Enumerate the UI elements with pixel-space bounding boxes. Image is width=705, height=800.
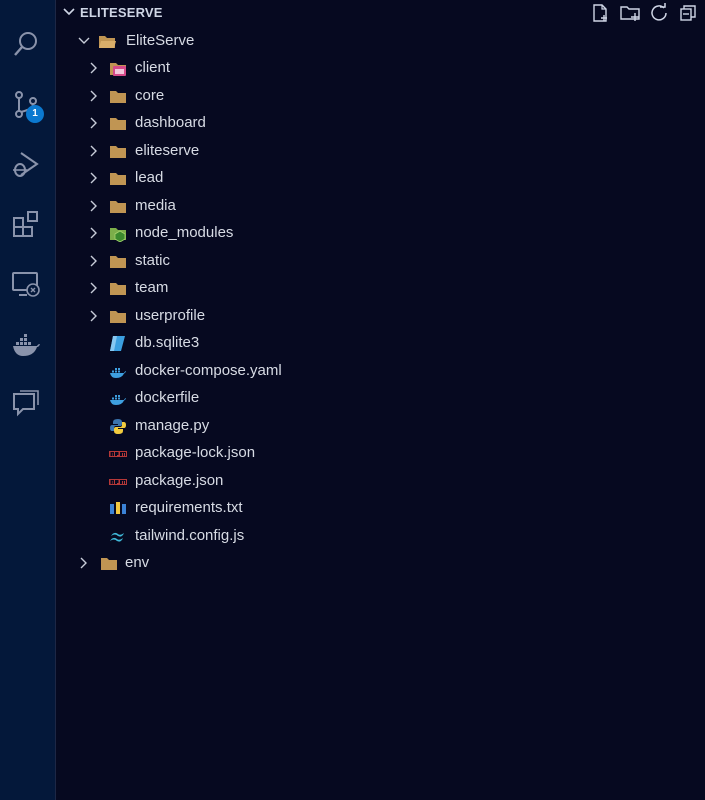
tree-folder-dashboard[interactable]: dashboard (56, 110, 705, 137)
docker-icon[interactable] (8, 328, 44, 364)
tree-file-docker-compose-yaml[interactable]: docker-compose.yaml (56, 358, 705, 385)
tree-folder-userprofile[interactable]: userprofile (56, 303, 705, 330)
tree-file-package-json[interactable]: package.json (56, 468, 705, 495)
tree-item-label: manage.py (135, 416, 210, 434)
chevron-right-icon (90, 282, 97, 294)
folder-icon (110, 173, 126, 185)
database-file-icon (110, 336, 125, 351)
docker-icon (110, 395, 126, 405)
chevron-down-icon (63, 8, 75, 16)
tree-folder-team[interactable]: team (56, 275, 705, 302)
section-title: ELITESERVE (80, 5, 163, 20)
chevron-right-icon (90, 145, 97, 156)
search-icon[interactable] (8, 26, 44, 62)
collapse-all-icon[interactable] (677, 2, 699, 24)
chevron-right-icon (90, 172, 97, 184)
tree-root-folder[interactable]: EliteServe (56, 28, 705, 55)
tree-item-label: media (135, 196, 176, 214)
remote-explorer-icon[interactable] (8, 266, 44, 302)
tree-item-label: EliteServe (126, 32, 195, 49)
tree-item-label: team (135, 279, 169, 296)
python-icon (110, 418, 126, 434)
node-folder-icon (110, 228, 126, 242)
new-folder-icon[interactable] (619, 2, 641, 24)
tree-file-manage-py[interactable]: manage.py (56, 413, 705, 440)
chevron-down-icon (78, 37, 90, 44)
pip-icon (110, 502, 126, 514)
tree-item-label: userprofile (135, 306, 206, 324)
chevron-right-icon (80, 557, 87, 569)
explorer-panel: ELITESERVE EliteServe client core dashboar… (56, 0, 705, 800)
client-folder-icon (110, 63, 126, 76)
tree-folder-static[interactable]: static (56, 248, 705, 275)
tree-item-label: dashboard (135, 114, 206, 131)
folder-icon (110, 145, 126, 158)
folder-icon (110, 200, 126, 213)
tree-folder-env[interactable]: env (56, 550, 705, 577)
tree-folder-media[interactable]: media (56, 193, 705, 220)
chevron-right-icon (90, 62, 97, 74)
activity-bar: 1 (0, 0, 56, 800)
npm-icon (109, 478, 127, 485)
docker-icon (110, 367, 126, 378)
tree-folder-lead[interactable]: lead (56, 165, 705, 192)
tree-item-label: eliteserve (135, 141, 200, 159)
npm-icon (109, 451, 127, 457)
tree-file-db-sqlite3[interactable]: db.sqlite3 (56, 330, 705, 357)
folder-icon (110, 255, 126, 268)
chevron-right-icon (90, 255, 97, 266)
folder-icon (110, 118, 126, 130)
folder-icon (110, 90, 126, 103)
tree-file-requirements-txt[interactable]: requirements.txt (56, 495, 705, 522)
tree-item-label: env (125, 554, 150, 571)
tree-item-label: node_modules (135, 224, 234, 241)
tree-folder-client[interactable]: client (56, 55, 705, 82)
chevron-right-icon (90, 310, 97, 321)
tree-file-dockerfile[interactable]: dockerfile (56, 385, 705, 412)
chevron-right-icon (90, 90, 97, 101)
tree-item-label: tailwind.config.js (135, 526, 245, 544)
folder-open-icon (99, 36, 116, 48)
explorer-section-header[interactable]: ELITESERVE (56, 0, 705, 26)
comments-icon[interactable] (8, 386, 44, 422)
chevron-right-icon (90, 117, 97, 129)
source-control-badge: 1 (26, 105, 44, 123)
chevron-right-icon (90, 200, 97, 211)
tree-item-label: package.json (135, 471, 224, 489)
tree-file-package-lock-json[interactable]: package-lock.json (56, 440, 705, 467)
tree-item-label: db.sqlite3 (135, 334, 200, 351)
tailwind-icon (110, 532, 124, 542)
tree-item-label: package-lock.json (135, 444, 256, 461)
tree-item-label: requirements.txt (135, 499, 243, 516)
tree-item-label: dockerfile (135, 389, 200, 406)
tree-item-label: client (135, 59, 171, 76)
tree-file-tailwind-config-js[interactable]: tailwind.config.js (56, 523, 705, 550)
tree-item-label: docker-compose.yaml (135, 361, 282, 379)
tree-folder-core[interactable]: core (56, 83, 705, 110)
folder-icon (110, 310, 126, 323)
run-debug-icon[interactable] (8, 146, 44, 182)
folder-icon (110, 283, 126, 295)
folder-icon (101, 558, 117, 570)
tree-folder-eliteserve[interactable]: eliteserve (56, 138, 705, 165)
tree-item-label: core (135, 86, 165, 104)
tree-folder-node-modules[interactable]: node_modules (56, 220, 705, 247)
extensions-icon[interactable] (8, 206, 44, 242)
new-file-icon[interactable] (589, 2, 611, 24)
refresh-icon[interactable] (648, 2, 670, 24)
tree-item-label: static (135, 251, 171, 269)
tree-item-label: lead (135, 169, 164, 186)
chevron-right-icon (90, 227, 97, 239)
